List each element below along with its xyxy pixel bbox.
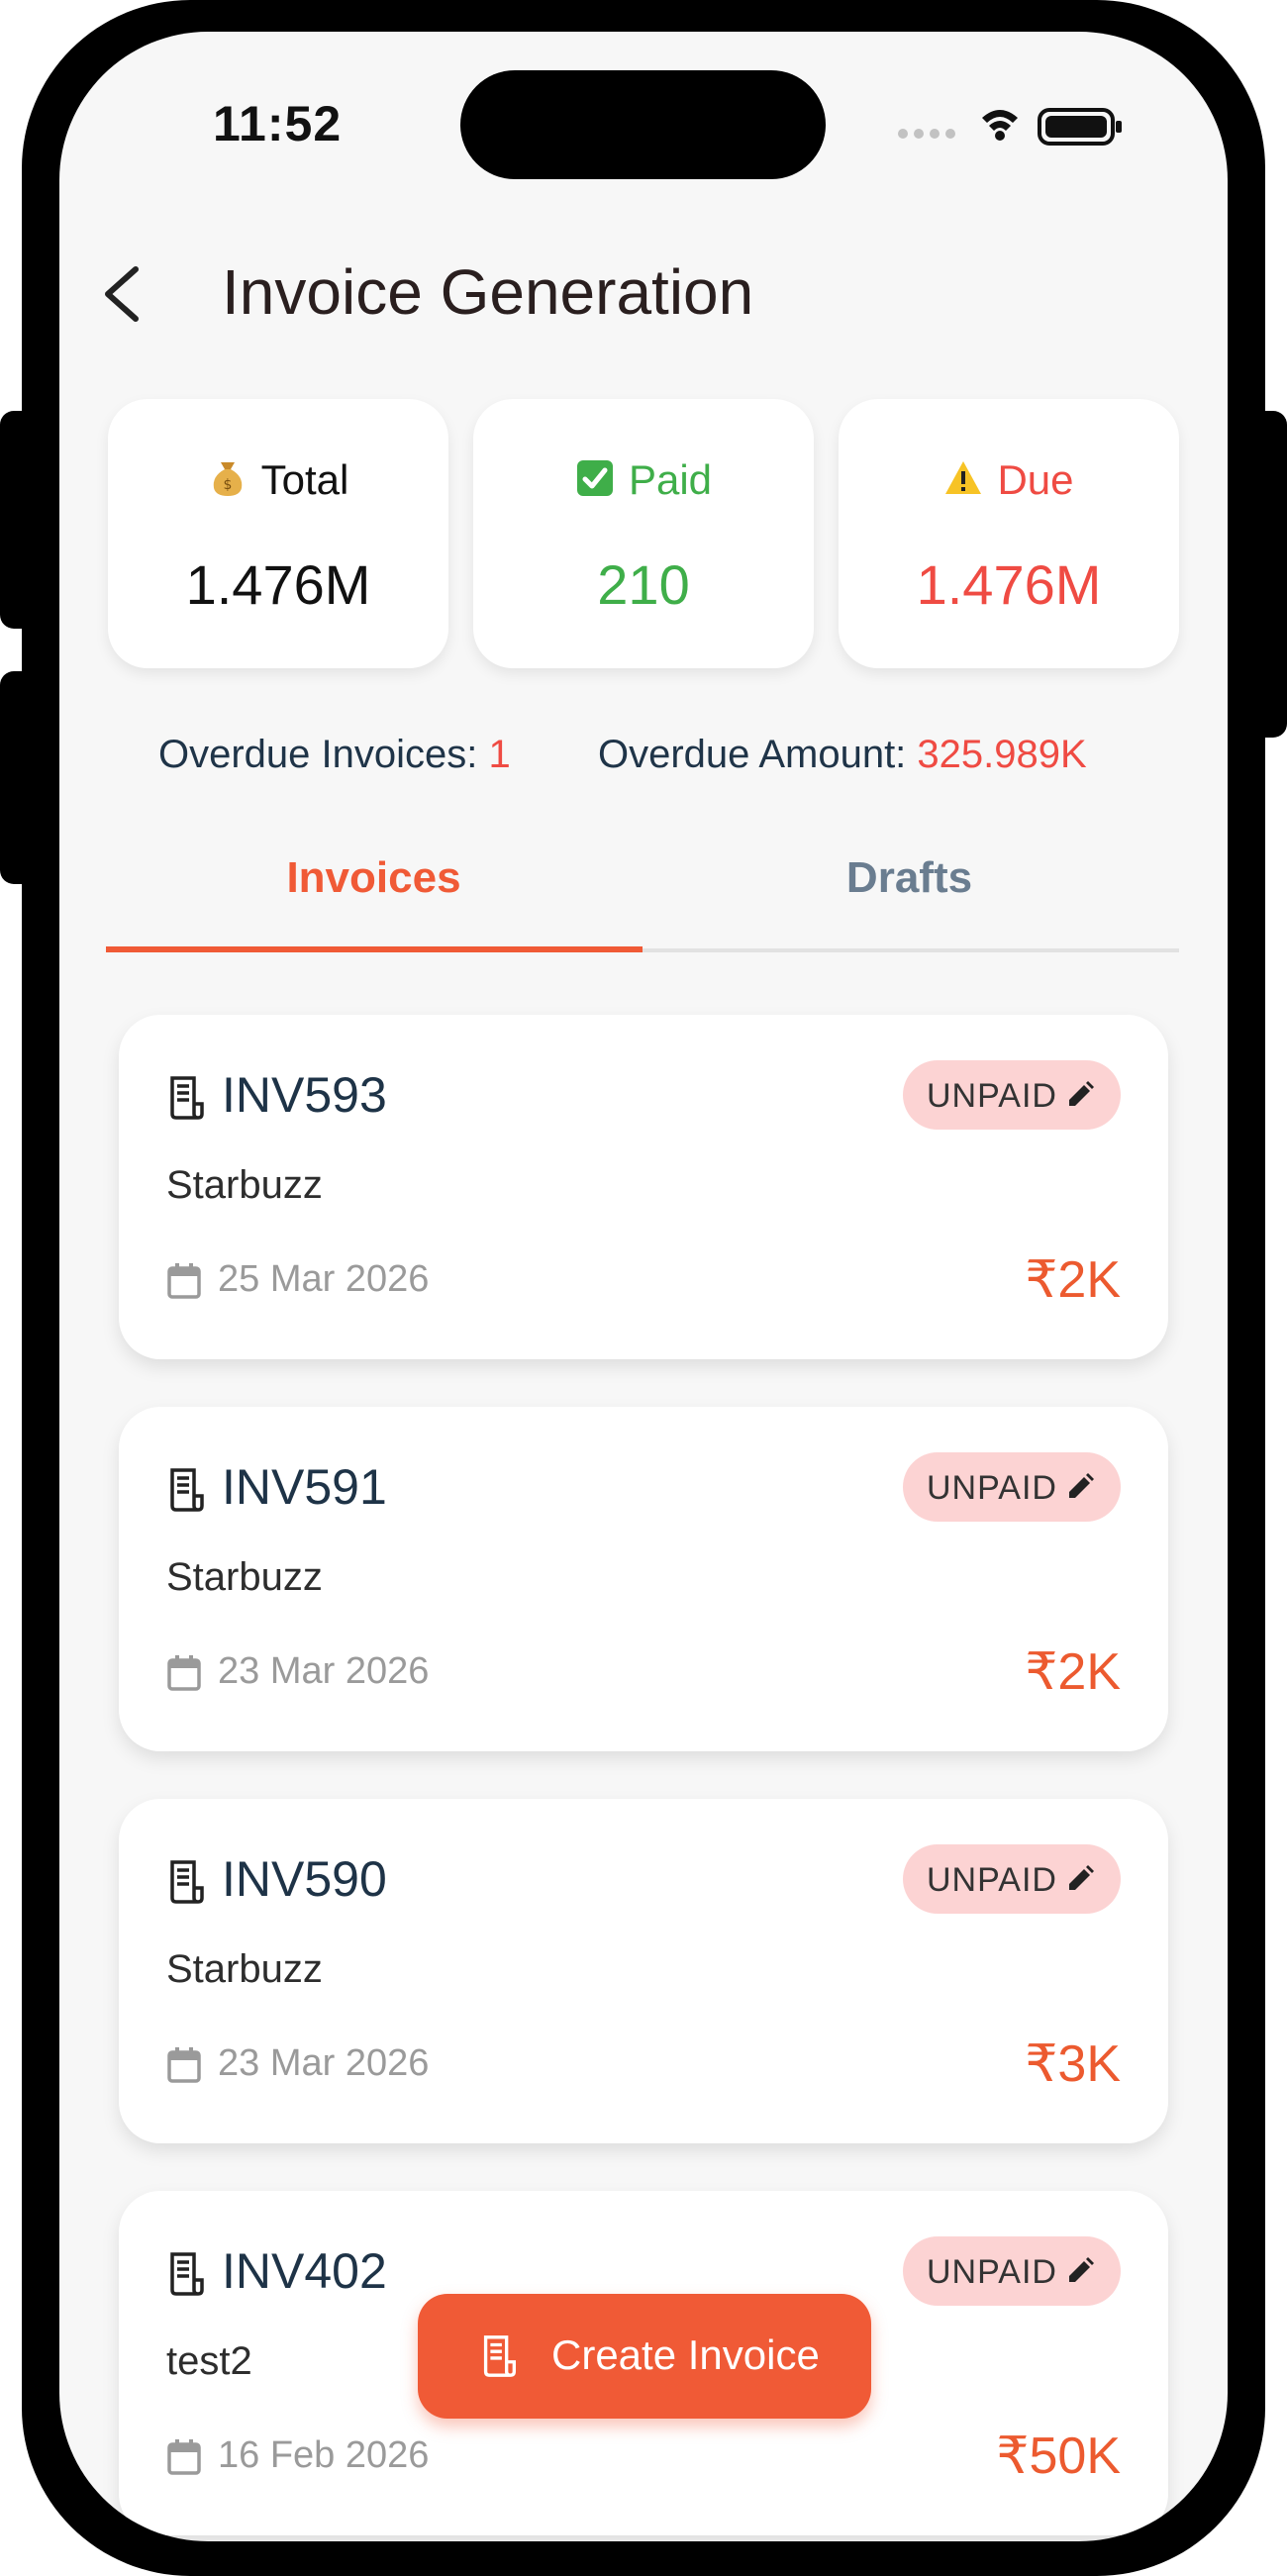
money-bag-icon: $	[208, 458, 248, 498]
back-arrow-icon[interactable]	[94, 259, 153, 329]
overdue-amount-label: Overdue Amount:	[598, 733, 918, 776]
total-value: 1.476M	[185, 553, 371, 616]
wifi-icon	[982, 110, 1018, 141]
warning-icon	[943, 458, 983, 498]
status-badge-label: UNPAID	[927, 2253, 1057, 2291]
pencil-icon[interactable]	[1065, 1864, 1095, 1894]
pencil-icon[interactable]	[1065, 1080, 1095, 1110]
status-badge-label: UNPAID	[927, 1861, 1057, 1899]
check-box-icon	[575, 458, 615, 498]
page-title: Invoice Generation	[222, 256, 754, 328]
invoice-client: Starbuzz	[166, 1947, 323, 1991]
invoice-card[interactable]: INV593 UNPAID Starbuzz 25 Mar 2026 ₹2K	[119, 1015, 1168, 1359]
calendar-icon	[167, 1263, 201, 1299]
status-badge-label: UNPAID	[927, 1077, 1057, 1115]
side-button-left-bottom	[0, 671, 40, 884]
status-time: 11:52	[213, 96, 343, 151]
invoice-date: 16 Feb 2026	[218, 2434, 430, 2476]
invoice-amount: ₹2K	[1025, 1643, 1121, 1701]
receipt-icon	[170, 1468, 204, 1512]
invoice-id: INV591	[222, 1459, 387, 1515]
invoice-amount: ₹50K	[996, 2427, 1121, 2485]
invoice-id: INV590	[222, 1851, 387, 1907]
total-label: Total	[260, 456, 349, 503]
dynamic-island	[460, 70, 826, 179]
signal-icon	[898, 129, 955, 139]
tab-active-indicator	[106, 946, 643, 952]
battery-icon	[1038, 108, 1122, 146]
paid-label: Paid	[628, 456, 713, 503]
invoice-card[interactable]: INV590 UNPAID Starbuzz 23 Mar 2026 ₹3K	[119, 1799, 1168, 2143]
status-badge[interactable]: UNPAID	[903, 1060, 1121, 1130]
pencil-icon[interactable]	[1065, 1472, 1095, 1502]
status-badge[interactable]: UNPAID	[903, 1452, 1121, 1522]
invoice-date: 23 Mar 2026	[218, 1650, 430, 1692]
tab-invoices[interactable]: Invoices	[106, 853, 642, 903]
pencil-icon[interactable]	[1065, 2256, 1095, 2286]
invoice-client: Starbuzz	[166, 1163, 323, 1207]
app-screen: 11:52 Invoice Generation $ Total 1.476M …	[59, 32, 1228, 2541]
calendar-icon	[167, 2047, 201, 2083]
paid-value: 210	[597, 553, 690, 616]
status-icons	[898, 108, 1122, 146]
due-label: Due	[997, 456, 1074, 503]
receipt-icon	[170, 2252, 204, 2296]
due-stat-card: Due 1.476M	[839, 399, 1179, 668]
create-invoice-label: Create Invoice	[551, 2331, 820, 2378]
invoice-date: 23 Mar 2026	[218, 2042, 430, 2084]
svg-text:$: $	[223, 477, 232, 493]
receipt-icon	[170, 1860, 204, 1904]
status-badge-label: UNPAID	[927, 1469, 1057, 1507]
side-button-left-top	[0, 411, 40, 629]
receipt-icon	[483, 2335, 517, 2377]
invoice-date: 25 Mar 2026	[218, 1258, 430, 1300]
invoice-id: INV593	[222, 1067, 387, 1123]
invoice-client: Starbuzz	[166, 1555, 323, 1599]
status-badge[interactable]: UNPAID	[903, 2236, 1121, 2306]
overdue-amount: Overdue Amount: 325.989K	[598, 733, 1087, 777]
create-invoice-button[interactable]: Create Invoice	[418, 2294, 871, 2419]
calendar-icon	[167, 1655, 201, 1691]
invoice-client: test2	[166, 2339, 252, 2383]
paid-stat-card: Paid 210	[473, 399, 814, 668]
overdue-invoices: Overdue Invoices: 1	[158, 733, 511, 777]
invoice-amount: ₹2K	[1025, 1251, 1121, 1309]
overdue-amount-value: 325.989K	[917, 733, 1087, 776]
invoice-id: INV402	[222, 2243, 387, 2299]
side-button-right	[1247, 411, 1287, 738]
receipt-icon	[170, 1076, 204, 1120]
tab-drafts[interactable]: Drafts	[642, 853, 1177, 903]
due-value: 1.476M	[916, 553, 1102, 616]
invoice-amount: ₹3K	[1025, 2035, 1121, 2093]
calendar-icon	[167, 2439, 201, 2475]
overdue-invoices-value: 1	[488, 733, 511, 776]
status-badge[interactable]: UNPAID	[903, 1844, 1121, 1914]
total-stat-card: $ Total 1.476M	[108, 399, 448, 668]
invoice-card[interactable]: INV591 UNPAID Starbuzz 23 Mar 2026 ₹2K	[119, 1407, 1168, 1751]
overdue-invoices-label: Overdue Invoices:	[158, 733, 489, 776]
